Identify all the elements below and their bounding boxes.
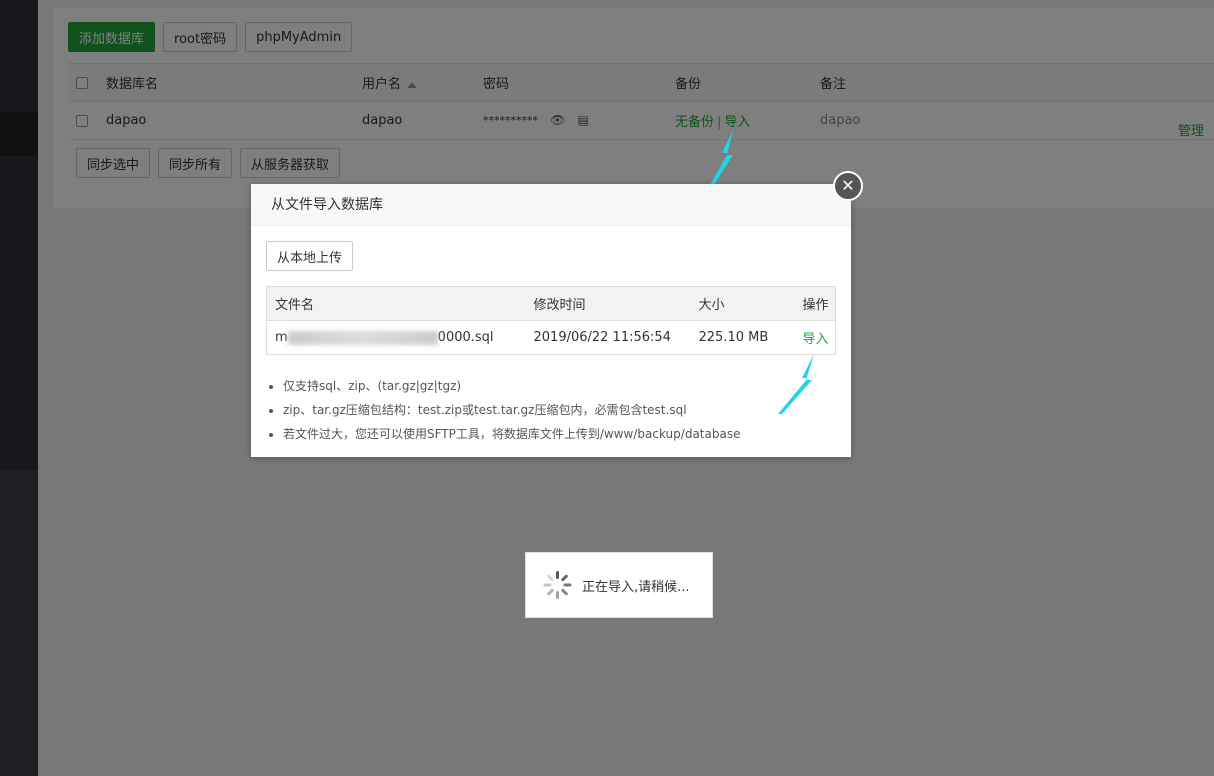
table-row: m 0000.sql 2019/06/22 11:56:54 225.10 MB … <box>266 320 836 355</box>
note-item: 仅支持sql、zip、(tar.gz|gz|tgz) <box>283 374 740 398</box>
blurred-filename <box>287 330 438 345</box>
arrow-2-shape <box>778 354 814 414</box>
file-name-suffix: 0000.sql <box>437 330 494 345</box>
note-item: 若文件过大，您还可以使用SFTP工具，将数据库文件上传到/www/backup/… <box>283 422 740 446</box>
col-filename: 文件名 <box>266 286 526 321</box>
arrow-annotation-2 <box>778 354 814 414</box>
file-mtime-cell: 2019/06/22 11:56:54 <box>525 320 691 355</box>
spinner-icon <box>542 570 572 600</box>
dialog-title: 从文件导入数据库 <box>251 184 851 226</box>
arrow-1-shape <box>710 130 733 185</box>
file-table: 文件名 修改时间 大小 操作 m 0000.sql 2019/06/22 11:5… <box>266 286 836 355</box>
upload-local-button[interactable]: 从本地上传 <box>266 241 354 271</box>
col-action: 操作 <box>794 286 836 321</box>
loading-text: 正在导入,请稍候... <box>582 579 690 595</box>
note-item: zip、tar.gz压缩包结构：test.zip或test.tar.gz压缩包内… <box>283 398 740 422</box>
close-icon[interactable]: ✕ <box>833 171 863 201</box>
arrow-annotation-1 <box>710 130 733 185</box>
file-name-cell: m 0000.sql <box>266 320 526 355</box>
col-mtime: 修改时间 <box>525 286 691 321</box>
col-size: 大小 <box>690 286 795 321</box>
import-dialog: 从文件导入数据库 从本地上传 文件名 修改时间 大小 操作 m 0000.sql … <box>251 184 851 457</box>
loading-toast: 正在导入,请稍候... <box>525 552 713 618</box>
file-header-row: 文件名 修改时间 大小 操作 <box>266 286 836 321</box>
file-name-prefix: m <box>275 330 288 345</box>
notes-list: 仅支持sql、zip、(tar.gz|gz|tgz) zip、tar.gz压缩包… <box>283 374 740 446</box>
